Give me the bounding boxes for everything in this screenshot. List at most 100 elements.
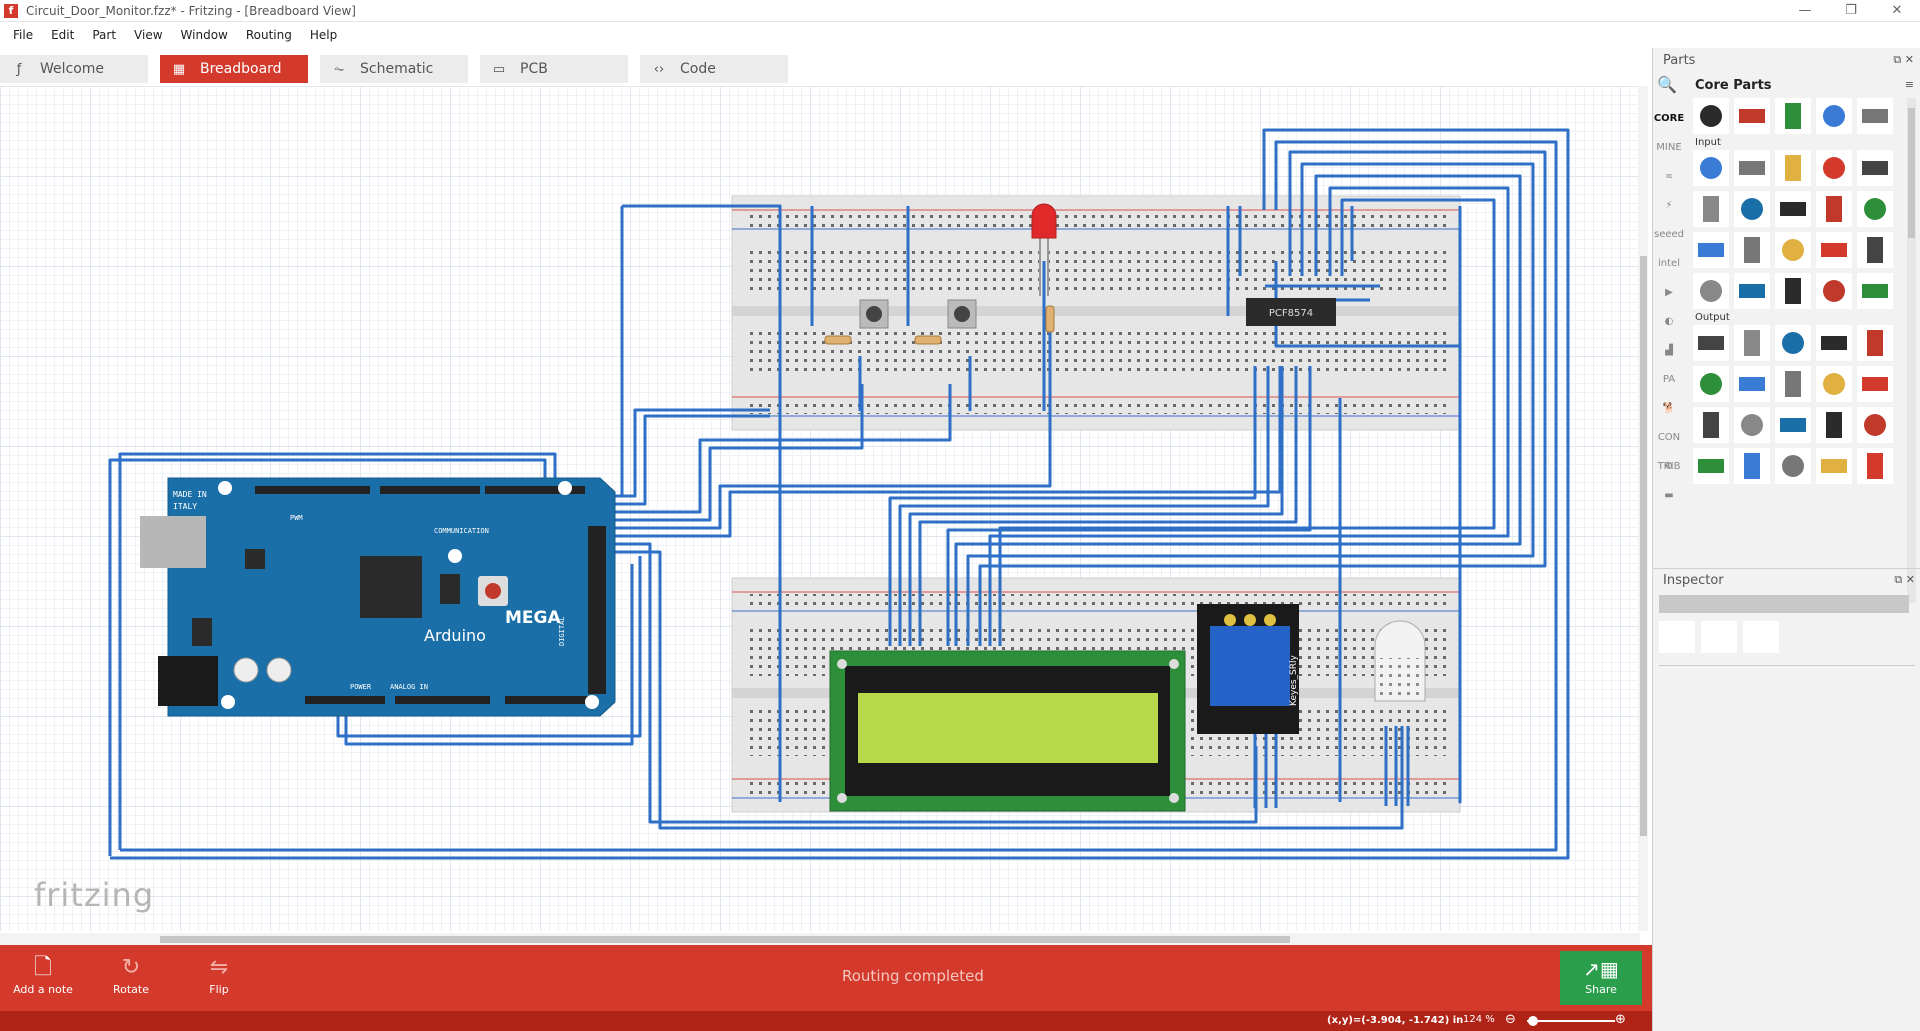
zoom-slider[interactable]	[1527, 1020, 1615, 1022]
share-button[interactable]: ↗▦ Share	[1560, 951, 1642, 1005]
part-thumbnail[interactable]	[1693, 366, 1729, 402]
part-thumbnail[interactable]	[1816, 366, 1852, 402]
part-thumbnail[interactable]	[1693, 407, 1729, 443]
part-thumbnail[interactable]	[1693, 191, 1729, 227]
relay-module[interactable]: Keyes_SRly	[1197, 604, 1299, 734]
rotate-label: Rotate	[112, 983, 149, 996]
part-thumbnail[interactable]	[1775, 325, 1811, 361]
parts-panel-controls[interactable]: ⧉ ✕	[1893, 53, 1914, 67]
tab-code[interactable]: ‹› Code	[640, 55, 788, 83]
bin-seeed[interactable]: seeed	[1653, 220, 1685, 249]
part-thumbnail[interactable]	[1734, 232, 1770, 268]
arduino-mega-board[interactable]: Arduino MEGA MADE IN ITALY PWM COMMUNICA…	[140, 477, 616, 717]
tab-schematic[interactable]: ⏦ Schematic	[320, 55, 468, 83]
part-thumbnail[interactable]	[1775, 191, 1811, 227]
part-thumbnail[interactable]	[1816, 98, 1852, 134]
part-thumbnail[interactable]	[1734, 98, 1770, 134]
bin-mine[interactable]: MINE	[1653, 133, 1685, 162]
tab-breadboard[interactable]: ▦ Breadboard	[160, 55, 308, 83]
part-thumbnail[interactable]	[1816, 191, 1852, 227]
dht-sensor[interactable]	[1374, 620, 1426, 702]
part-thumbnail[interactable]	[1734, 325, 1770, 361]
part-thumbnail[interactable]	[1857, 325, 1893, 361]
part-thumbnail[interactable]	[1816, 273, 1852, 309]
rotate-button[interactable]: ↻ Rotate	[96, 953, 166, 996]
close-button[interactable]: ✕	[1874, 0, 1920, 22]
part-thumbnail[interactable]	[1734, 191, 1770, 227]
zoom-in-icon[interactable]: ⊕	[1615, 1012, 1626, 1027]
bin-pa[interactable]: PA	[1653, 365, 1685, 394]
parts-scrollbar[interactable]	[1907, 98, 1916, 603]
bin-lilypad[interactable]: ▟	[1653, 336, 1685, 365]
pcf8574-chip[interactable]: PCF8574	[1246, 298, 1336, 326]
lcd-16x2-display[interactable]	[829, 650, 1186, 812]
part-thumbnail[interactable]	[1693, 150, 1729, 186]
part-thumbnail[interactable]	[1857, 407, 1893, 443]
part-thumbnail[interactable]	[1775, 98, 1811, 134]
part-thumbnail[interactable]	[1857, 366, 1893, 402]
menu-window[interactable]: Window	[172, 28, 237, 42]
bin-contrib[interactable]: CON TRIB	[1653, 423, 1685, 472]
menu-view[interactable]: View	[125, 28, 171, 42]
part-thumbnail[interactable]	[1693, 273, 1729, 309]
add-note-button[interactable]: 🗋 Add a note	[8, 953, 78, 996]
menu-file[interactable]: File	[4, 28, 42, 42]
canvas-horizontal-scrollbar[interactable]	[0, 933, 1640, 945]
part-thumbnail[interactable]	[1857, 232, 1893, 268]
part-thumbnail[interactable]	[1816, 325, 1852, 361]
part-thumbnail[interactable]	[1693, 325, 1729, 361]
part-thumbnail[interactable]	[1857, 191, 1893, 227]
parts-panel-title: Parts	[1663, 53, 1696, 68]
breadboard-icon: ▦	[172, 61, 186, 77]
part-thumbnail[interactable]	[1857, 273, 1893, 309]
menu-routing[interactable]: Routing	[237, 28, 301, 42]
bin-menu-icon[interactable]: ≡	[1905, 78, 1914, 91]
menu-part[interactable]: Part	[83, 28, 125, 42]
part-icon	[1785, 155, 1801, 181]
bin-play[interactable]: ▶	[1653, 278, 1685, 307]
part-thumbnail[interactable]	[1775, 407, 1811, 443]
breadboard-canvas[interactable]: Arduino MEGA MADE IN ITALY PWM COMMUNICA…	[0, 86, 1650, 945]
part-thumbnail[interactable]	[1734, 273, 1770, 309]
part-thumbnail[interactable]	[1693, 232, 1729, 268]
part-thumbnail[interactable]	[1775, 232, 1811, 268]
maximize-button[interactable]: ❐	[1828, 0, 1874, 22]
part-thumbnail[interactable]	[1857, 98, 1893, 134]
part-icon	[1826, 412, 1842, 438]
part-thumbnail[interactable]	[1734, 150, 1770, 186]
search-icon[interactable]: 🔍	[1657, 75, 1677, 94]
part-thumbnail[interactable]	[1816, 407, 1852, 443]
part-thumbnail[interactable]	[1693, 448, 1729, 484]
part-thumbnail[interactable]	[1775, 366, 1811, 402]
part-thumbnail[interactable]	[1857, 150, 1893, 186]
part-icon	[1782, 239, 1804, 261]
part-thumbnail[interactable]	[1734, 407, 1770, 443]
part-thumbnail[interactable]	[1816, 150, 1852, 186]
part-thumbnail[interactable]	[1857, 448, 1893, 484]
part-thumbnail[interactable]	[1693, 98, 1729, 134]
bin-intel[interactable]: intel	[1653, 249, 1685, 278]
canvas-vertical-scrollbar[interactable]	[1639, 86, 1648, 931]
menu-help[interactable]: Help	[301, 28, 346, 42]
part-thumbnail[interactable]	[1816, 232, 1852, 268]
part-thumbnail[interactable]	[1734, 448, 1770, 484]
bin-round[interactable]: ◐	[1653, 307, 1685, 336]
zoom-out-icon[interactable]: ⊖	[1505, 1012, 1516, 1027]
menu-edit[interactable]: Edit	[42, 28, 83, 42]
minimize-button[interactable]: —	[1782, 0, 1828, 22]
bin-temp[interactable]: ▬	[1653, 481, 1685, 510]
tab-pcb[interactable]: ▭ PCB	[480, 55, 628, 83]
zoom-slider-handle[interactable]	[1528, 1016, 1538, 1026]
inspector-panel-controls[interactable]: ⧉ ✕	[1894, 573, 1915, 587]
part-thumbnail[interactable]	[1734, 366, 1770, 402]
part-thumbnail[interactable]	[1775, 150, 1811, 186]
bin-arduino[interactable]: ∞	[1653, 162, 1685, 191]
tab-welcome[interactable]: ƒ Welcome	[0, 55, 148, 83]
part-thumbnail[interactable]	[1816, 448, 1852, 484]
flip-button[interactable]: ⇋ Flip	[184, 953, 254, 996]
part-thumbnail[interactable]	[1775, 448, 1811, 484]
part-thumbnail[interactable]	[1775, 273, 1811, 309]
bin-animal[interactable]: 🐕	[1653, 394, 1685, 423]
bin-snap[interactable]: ⚡	[1653, 191, 1685, 220]
bin-core[interactable]: CORE	[1653, 104, 1685, 133]
